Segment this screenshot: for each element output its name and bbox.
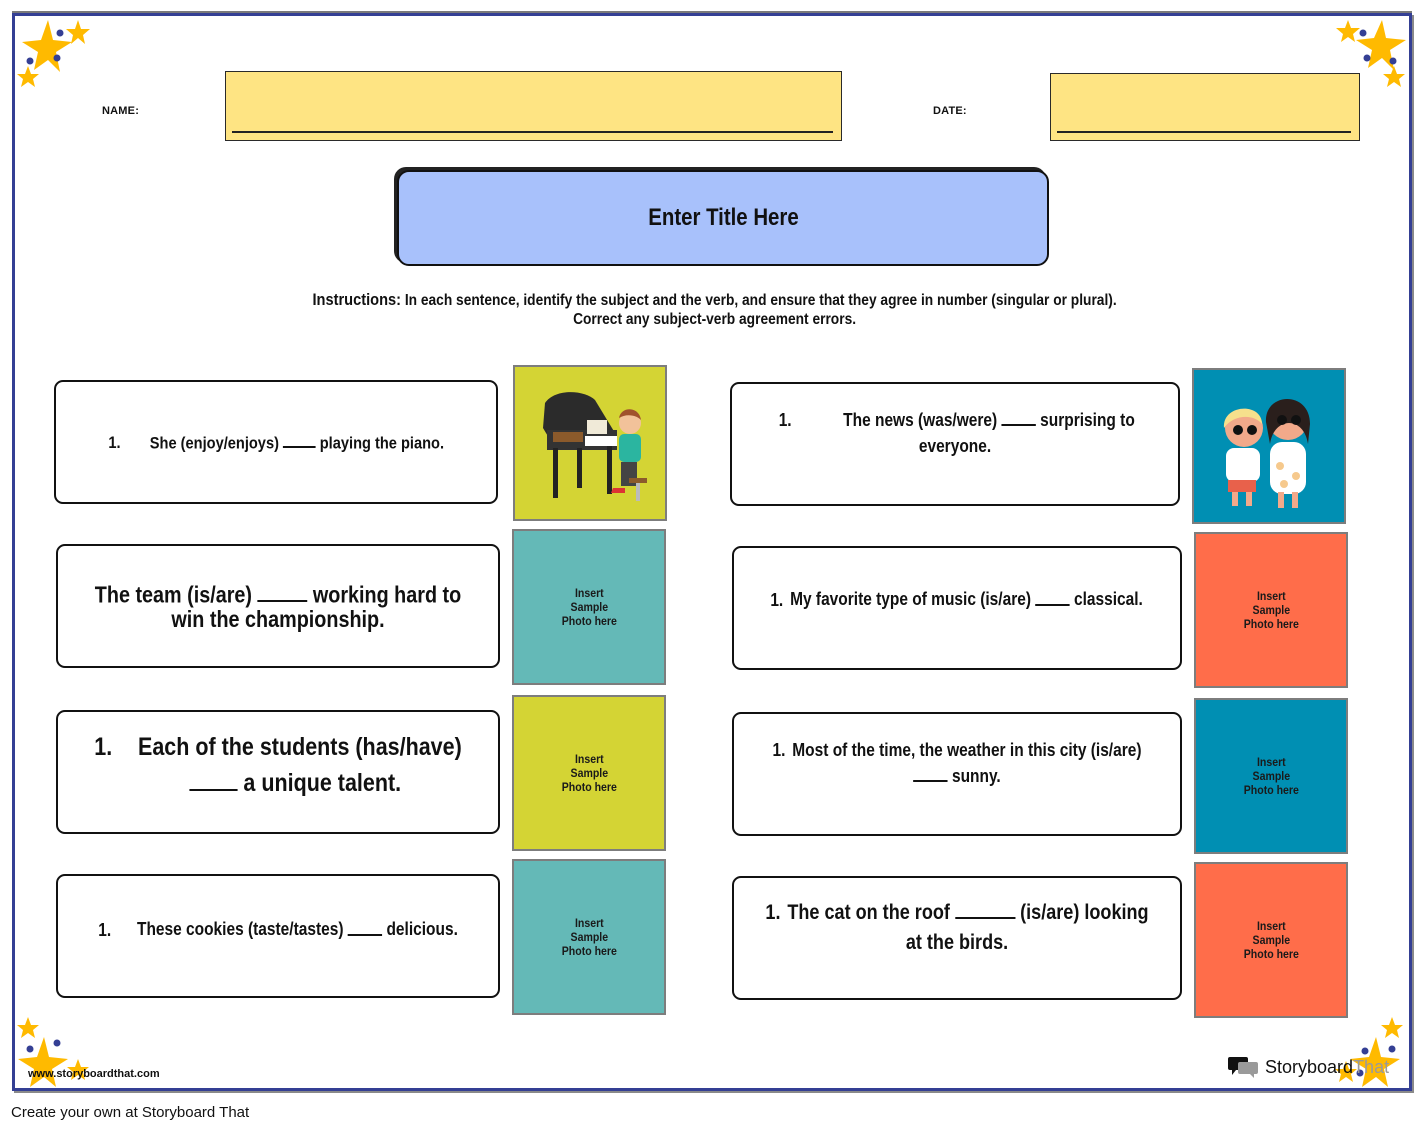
answer-blank[interactable] [257, 580, 308, 603]
star-icon [1336, 20, 1360, 42]
question-number: 1. [772, 740, 786, 760]
question-number: 1. [778, 410, 792, 430]
date-label: DATE: [933, 105, 967, 117]
question-card[interactable]: The team (is/are) working hard to win th… [56, 544, 500, 668]
instructions-line2: Correct any subject-verb agreement error… [573, 311, 857, 328]
photo-frame[interactable]: Insert Sample Photo here [1194, 862, 1348, 1018]
instructions-prefix: Instructions: [312, 290, 402, 309]
placeholder-line: Insert [1256, 589, 1286, 603]
placeholder-line: Photo here [561, 614, 617, 628]
placeholder-line: Photo here [561, 944, 617, 958]
question-text-after: classical. [1070, 589, 1144, 610]
question-card[interactable]: 1. The news (was/were) surprising to ever… [730, 382, 1180, 506]
name-underline [232, 131, 833, 133]
brand-main: Storyboard [1265, 1056, 1354, 1077]
star-icon [66, 20, 90, 44]
placeholder-line: Sample [570, 766, 608, 780]
storyboardthat-logo[interactable]: StoryboardThat [1228, 1055, 1389, 1079]
placeholder-line: Sample [1252, 769, 1290, 783]
placeholder-line: Sample [570, 600, 608, 614]
piano-boy-illustration [543, 392, 647, 501]
photo-frame[interactable]: Insert Sample Photo here [512, 695, 666, 851]
photo-placeholder-text: Insert Sample Photo here [561, 586, 616, 628]
placeholder-line: Insert [1256, 919, 1286, 933]
question-text-after: a unique talent. [237, 769, 402, 797]
photo-frame[interactable]: Insert Sample Photo here [1194, 532, 1348, 688]
name-field[interactable] [225, 71, 842, 141]
question-number: 1. [98, 919, 112, 940]
photo-frame[interactable]: Insert Sample Photo here [1194, 698, 1348, 854]
placeholder-line: Sample [1252, 933, 1290, 947]
star-decoration-top-left [17, 20, 90, 87]
question-card[interactable]: 1. Most of the time, the weather in this … [732, 712, 1182, 836]
photo-placeholder-text: Insert Sample Photo here [1243, 589, 1298, 631]
star-icon [1381, 1017, 1403, 1038]
placeholder-line: Insert [574, 586, 604, 600]
photo-frame[interactable] [513, 365, 667, 521]
question-number: 1. [770, 589, 784, 610]
question-text-before: The news (was/were) [843, 410, 1002, 430]
placeholder-line: Photo here [561, 780, 617, 794]
placeholder-line: Photo here [1243, 617, 1299, 631]
question-text-before: The team (is/are) [94, 581, 258, 608]
star-icon [17, 66, 39, 87]
placeholder-line: Insert [574, 916, 604, 930]
instructions: Instructions: In each sentence, identify… [210, 290, 1220, 329]
placeholder-line: Photo here [1243, 783, 1299, 797]
question-text-before: Each of the students (has/have) [137, 733, 462, 761]
instructions-line1: In each sentence, identify the subject a… [401, 292, 1118, 309]
answer-blank[interactable] [1035, 587, 1071, 606]
photo-placeholder-text: Insert Sample Photo here [561, 752, 616, 794]
date-field[interactable] [1050, 73, 1360, 141]
star-icon [17, 1017, 39, 1038]
question-text-before: The cat on the roof [787, 901, 955, 924]
photo-frame[interactable] [1192, 368, 1346, 524]
question-text-before: Most of the time, the weather in this ci… [792, 740, 1142, 760]
question-text-after: sunny. [947, 766, 1001, 786]
placeholder-line: Photo here [1243, 947, 1299, 961]
answer-blank[interactable] [189, 767, 238, 791]
star-icon [1383, 66, 1405, 87]
site-url[interactable]: www.storyboardthat.com [28, 1068, 160, 1080]
star-icon [1356, 20, 1406, 70]
placeholder-line: Sample [570, 930, 608, 944]
placeholder-line: Insert [1256, 755, 1286, 769]
question-card[interactable]: 1. These cookies (taste/tastes) delicious… [56, 874, 500, 998]
question-text-before: She (enjoy/enjoys) [149, 433, 283, 453]
question-text-after: playing the piano. [315, 433, 444, 453]
question-number: 1. [94, 733, 113, 761]
title-box[interactable]: Enter Title Here [397, 170, 1049, 266]
answer-blank[interactable] [1001, 408, 1036, 426]
name-label: NAME: [102, 105, 140, 117]
question-card[interactable]: 1. The cat on the roof (is/are) looking a… [732, 876, 1182, 1000]
question-card[interactable]: 1. She (enjoy/enjoys) playing the piano. [54, 380, 498, 504]
date-underline [1057, 131, 1351, 133]
question-card[interactable]: 1. My favorite type of music (is/are) cla… [732, 546, 1182, 670]
surprised-kids-illustration [1223, 399, 1310, 508]
brand-that: That [1353, 1056, 1390, 1077]
answer-blank[interactable] [282, 431, 316, 449]
photo-placeholder-text: Insert Sample Photo here [561, 916, 616, 958]
answer-blank[interactable] [913, 764, 948, 782]
question-text-after: delicious. [382, 919, 458, 940]
answer-blank[interactable] [954, 898, 1016, 919]
question-number: 1. [765, 901, 781, 924]
photo-placeholder-text: Insert Sample Photo here [1243, 919, 1298, 961]
speech-bubbles-icon [1228, 1057, 1258, 1078]
question-text-before: My favorite type of music (is/are) [790, 589, 1036, 610]
question-text-before: These cookies (taste/tastes) [136, 919, 348, 940]
placeholder-line: Sample [1252, 603, 1290, 617]
photo-placeholder-text: Insert Sample Photo here [1243, 755, 1298, 797]
page-title: Enter Title Here [647, 204, 799, 231]
question-number: 1. [108, 433, 121, 453]
answer-blank[interactable] [347, 917, 383, 936]
create-your-own-note[interactable]: Create your own at Storyboard That [11, 1104, 249, 1121]
photo-frame[interactable]: Insert Sample Photo here [512, 859, 666, 1015]
placeholder-line: Insert [574, 752, 604, 766]
photo-frame[interactable]: Insert Sample Photo here [512, 529, 666, 685]
question-card[interactable]: 1. Each of the students (has/have) a uniq… [56, 710, 500, 834]
